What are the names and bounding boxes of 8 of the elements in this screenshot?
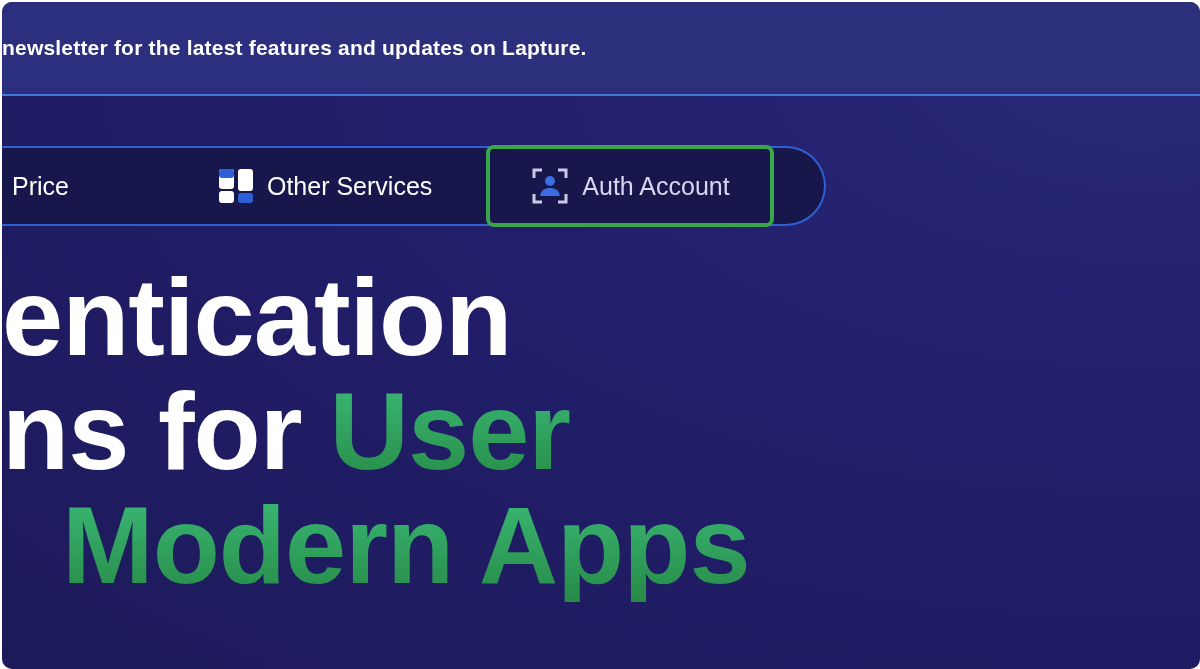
grid-icon — [218, 169, 253, 203]
newsletter-text: newsletter for the latest features and updates on Lapture. — [2, 36, 587, 60]
user-scan-icon — [532, 168, 569, 204]
nav-link[interactable]: Other Services — [172, 145, 477, 227]
headline-text: entication — [2, 260, 512, 374]
nav-link[interactable]: Auth Account — [486, 145, 774, 227]
headline-text: ns for — [2, 374, 302, 488]
nav-link[interactable]: Price — [2, 145, 113, 227]
